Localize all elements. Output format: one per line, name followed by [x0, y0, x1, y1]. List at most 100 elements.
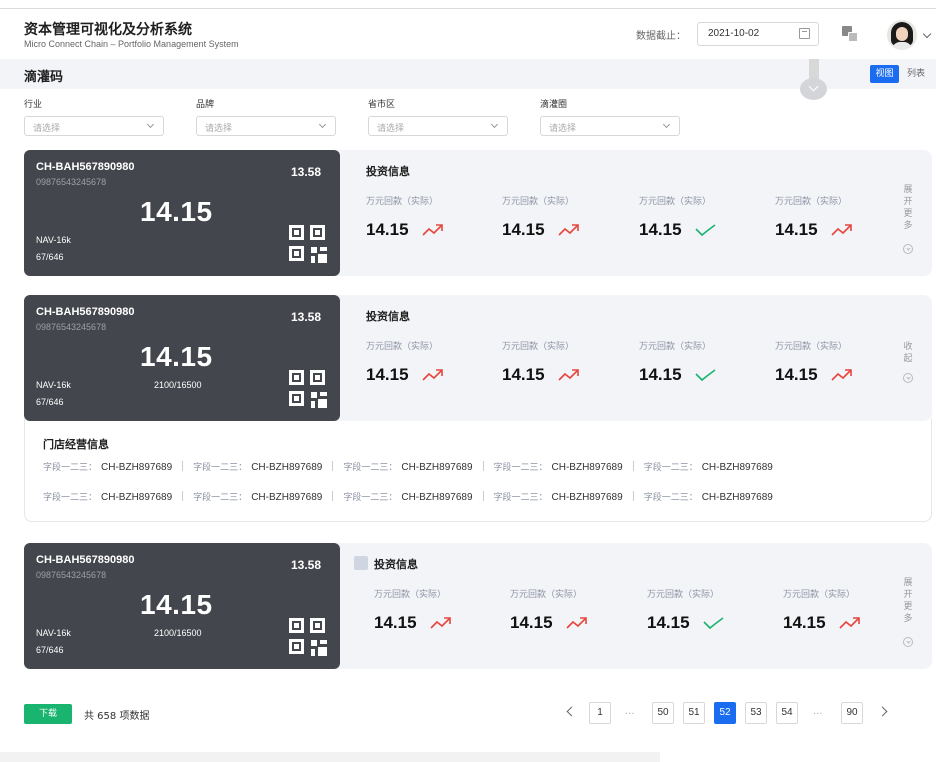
filter-brand: 品牌 请选择 — [196, 97, 336, 136]
qr-code-icon[interactable] — [289, 225, 327, 263]
metric-value: 14.15 — [783, 613, 826, 632]
expand-more-button[interactable]: 展开更多 — [902, 184, 914, 232]
collapse-circle-icon[interactable] — [903, 373, 913, 383]
field-key: 字段一二三： — [193, 463, 248, 473]
page-button[interactable]: 1 — [589, 702, 611, 724]
industry-select[interactable]: 请选择 — [24, 116, 164, 136]
expand-circle-icon[interactable] — [903, 244, 913, 254]
card-serial: 09876543245678 — [36, 322, 107, 332]
brand-select[interactable]: 请选择 — [196, 116, 336, 136]
trend-down-icon — [695, 224, 716, 237]
app-subtitle: Micro Connect Chain – Portfolio Manageme… — [24, 39, 239, 49]
card-code: CH-BAH567890980 — [36, 554, 135, 566]
field-value: CH-BZH897689 — [251, 492, 323, 503]
metric-label: 万元回款（实际） — [639, 342, 712, 352]
app-title: 资本管理可视化及分析系统 — [24, 22, 192, 38]
page-button-current[interactable]: 52 — [714, 702, 736, 724]
qr-code-icon[interactable] — [289, 618, 327, 656]
metric-value: 14.15 — [775, 365, 818, 384]
card-serial: 09876543245678 — [36, 177, 107, 187]
card-score: 13.58 — [291, 165, 322, 179]
field-key: 字段一二三： — [343, 463, 398, 473]
card-ratio: 67/646 — [36, 397, 64, 407]
card-nav: NAV-16k — [36, 235, 71, 245]
card-nav: NAV-16k — [36, 628, 71, 638]
field-key: 字段一二三： — [43, 493, 98, 503]
list-toggle-button[interactable]: 列表 — [902, 65, 930, 83]
metric: 万元回款（实际） 14.15 — [775, 194, 905, 239]
total-count: 共 658 项数据 — [84, 711, 150, 722]
download-button[interactable]: 下载 — [24, 704, 72, 724]
page-ellipsis[interactable]: ... — [625, 706, 635, 717]
field-value: CH-BZH897689 — [251, 462, 323, 473]
page-button[interactable]: 51 — [683, 702, 705, 724]
qr-code-icon[interactable] — [289, 370, 327, 408]
metric-label: 万元回款（实际） — [775, 197, 848, 207]
avatar[interactable] — [887, 20, 917, 50]
trend-up-icon — [831, 369, 852, 381]
metric-value: 14.15 — [374, 613, 417, 632]
chevron-down-icon[interactable] — [800, 78, 827, 100]
circle-select[interactable]: 请选择 — [540, 116, 680, 136]
metric-label: 万元回款（实际） — [366, 342, 439, 352]
metric-value: 14.15 — [510, 613, 553, 632]
investment-card: CH-BAH567890980 09876543245678 13.58 14.… — [24, 295, 932, 421]
chevron-down-icon — [318, 120, 327, 129]
prev-page-icon[interactable] — [566, 706, 577, 717]
card-main-value: 14.15 — [140, 196, 213, 227]
filter-label: 行业 — [24, 100, 43, 110]
page-ellipsis[interactable]: ... — [813, 706, 823, 717]
metric-label: 万元回款（实际） — [647, 590, 720, 600]
chevron-down-icon — [490, 120, 499, 129]
app-header: 资本管理可视化及分析系统 Micro Connect Chain – Portf… — [0, 9, 936, 59]
calendar-icon — [799, 28, 810, 39]
field-value: CH-BZH897689 — [401, 492, 473, 503]
region-select[interactable]: 请选择 — [368, 116, 508, 136]
field-key: 字段一二三： — [193, 493, 248, 503]
chevron-down-icon — [146, 120, 155, 129]
expand-more-button[interactable]: 展开更多 — [902, 577, 914, 625]
investment-card: CH-BAH567890980 09876543245678 13.58 14.… — [24, 543, 932, 669]
card-main-value: 14.15 — [140, 589, 213, 620]
page-button[interactable]: 53 — [745, 702, 767, 724]
metric-value: 14.15 — [639, 365, 682, 384]
code-card[interactable]: CH-BAH567890980 09876543245678 13.58 14.… — [24, 543, 340, 669]
metric: 万元回款（实际） 14.15 — [366, 339, 496, 384]
chevron-down-icon[interactable] — [922, 29, 932, 39]
horizontal-scrollbar[interactable] — [0, 752, 660, 762]
field-key: 字段一二三： — [493, 493, 548, 503]
metric-value: 14.15 — [502, 220, 545, 239]
page-button[interactable]: 90 — [841, 702, 863, 724]
page-button[interactable]: 54 — [776, 702, 798, 724]
select-placeholder: 请选择 — [377, 124, 405, 134]
metric: 万元回款（实际） 14.15 — [647, 587, 777, 632]
page-button[interactable]: 50 — [652, 702, 674, 724]
metric-label: 万元回款（实际） — [374, 590, 447, 600]
select-placeholder: 请选择 — [205, 124, 233, 134]
metric-value: 14.15 — [639, 220, 682, 239]
filter-label: 品牌 — [196, 100, 215, 110]
expand-circle-icon[interactable] — [903, 637, 913, 647]
metric: 万元回款（实际） 14.15 — [374, 587, 504, 632]
metric-label: 万元回款（实际） — [502, 342, 575, 352]
collapse-button[interactable]: 收起 — [902, 341, 914, 365]
field-key: 字段一二三： — [643, 493, 698, 503]
date-picker[interactable]: 2021-10-02 — [697, 22, 819, 46]
store-info-panel: 门店经营信息 字段一二三： CH-BZH897689 字段一二三： CH-BZH897… — [24, 418, 932, 522]
field-value: CH-BZH897689 — [701, 462, 773, 473]
code-card[interactable]: CH-BAH567890980 09876543245678 13.58 14.… — [24, 150, 340, 276]
field-key: 字段一二三： — [493, 463, 548, 473]
card-ratio: 67/646 — [36, 645, 64, 655]
metric-label: 万元回款（实际） — [510, 590, 583, 600]
field-value: CH-BZH897689 — [101, 492, 173, 503]
select-placeholder: 请选择 — [33, 124, 61, 134]
view-toggle-button[interactable]: 视图 — [870, 65, 899, 83]
filter-region: 省市区 请选择 — [368, 97, 508, 136]
language-switch-icon[interactable] — [842, 26, 858, 42]
field-key: 字段一二三： — [43, 463, 98, 473]
code-card[interactable]: CH-BAH567890980 09876543245678 13.58 14.… — [24, 295, 340, 421]
next-page-icon[interactable] — [877, 706, 888, 717]
metric: 万元回款（实际） 14.15 — [502, 194, 632, 239]
metric-label: 万元回款（实际） — [639, 197, 712, 207]
select-checkbox[interactable] — [354, 556, 368, 570]
